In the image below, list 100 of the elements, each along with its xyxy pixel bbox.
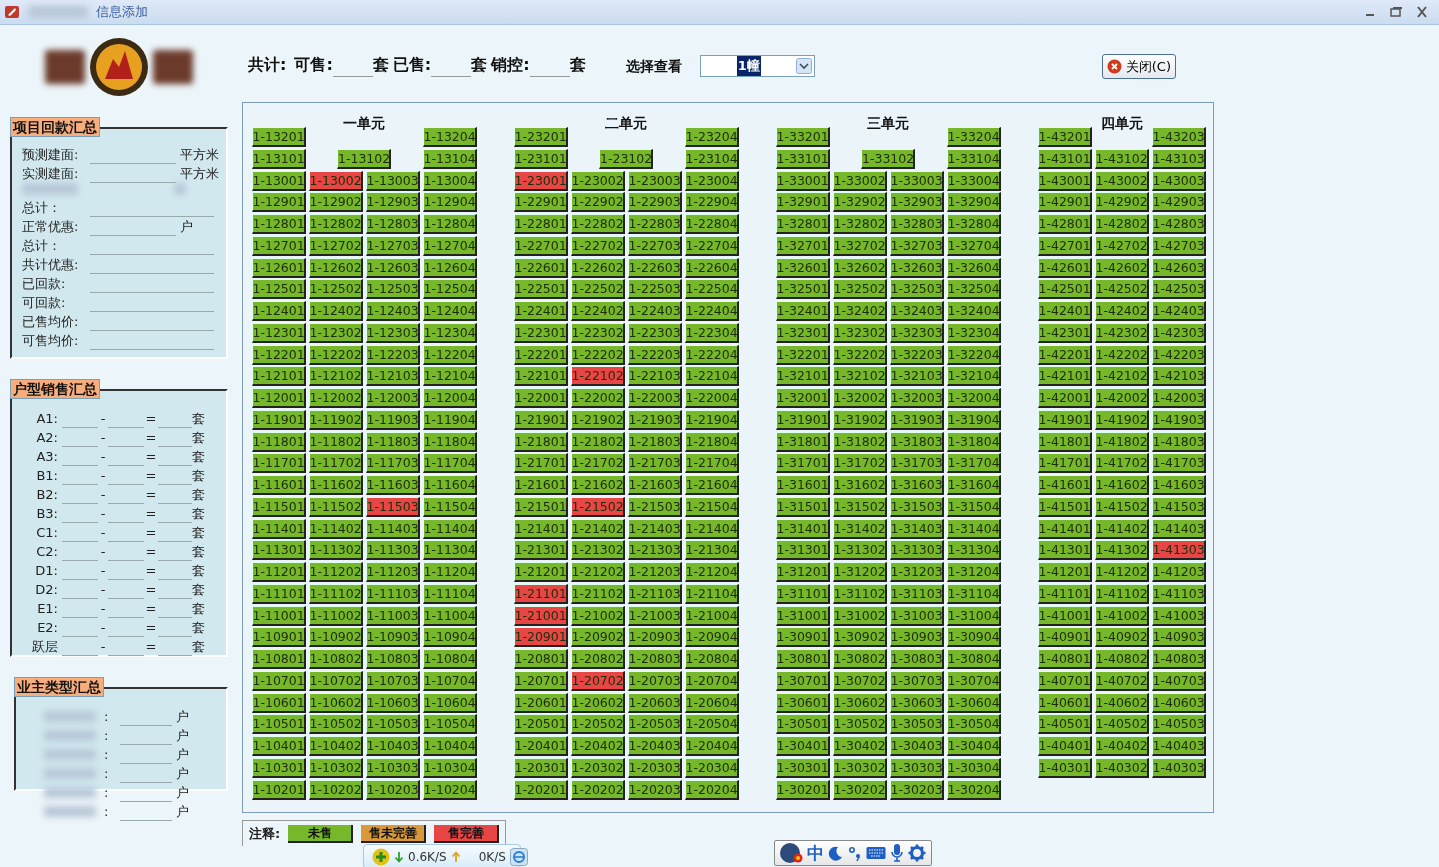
apartment-button[interactable]: 1-40601 bbox=[1037, 692, 1092, 713]
apartment-button[interactable]: 1-32804 bbox=[946, 214, 1001, 234]
apartment-button[interactable]: 1-22601 bbox=[513, 257, 568, 278]
apartment-button[interactable]: 1-42903 bbox=[1151, 192, 1206, 213]
apartment-button[interactable]: 1-21302 bbox=[570, 540, 625, 561]
apartment-button[interactable]: 1-42902 bbox=[1094, 192, 1149, 213]
apartment-button[interactable]: 1-32004 bbox=[946, 388, 1001, 408]
apartment-button[interactable]: 1-11903 bbox=[365, 409, 420, 430]
apartment-button[interactable]: 1-30401 bbox=[775, 736, 830, 756]
apartment-button[interactable]: 1-21401 bbox=[513, 518, 568, 539]
apartment-button[interactable]: 1-30601 bbox=[775, 692, 830, 713]
apartment-button[interactable]: 1-31304 bbox=[946, 540, 1001, 561]
apartment-button[interactable]: 1-30503 bbox=[889, 714, 944, 735]
apartment-button[interactable]: 1-30301 bbox=[775, 757, 830, 778]
apartment-button[interactable]: 1-21602 bbox=[570, 475, 625, 495]
apartment-button[interactable]: 1-20201 bbox=[513, 779, 568, 800]
apartment-button[interactable]: 1-10403 bbox=[365, 736, 420, 756]
apartment-button[interactable]: 1-40903 bbox=[1151, 627, 1206, 648]
apartment-button[interactable]: 1-12904 bbox=[422, 192, 477, 213]
apartment-button[interactable]: 1-11302 bbox=[308, 540, 363, 561]
apartment-button[interactable]: 1-41102 bbox=[1094, 583, 1149, 604]
apartment-button[interactable]: 1-12704 bbox=[422, 235, 477, 256]
apartment-button[interactable]: 1-31501 bbox=[775, 496, 830, 517]
apartment-button[interactable]: 1-13101 bbox=[251, 148, 306, 169]
apartment-button[interactable]: 1-11904 bbox=[422, 409, 477, 430]
apartment-button[interactable]: 1-43001 bbox=[1037, 170, 1092, 191]
apartment-button[interactable]: 1-11001 bbox=[251, 605, 306, 626]
apartment-button[interactable]: 1-21101 bbox=[513, 583, 568, 604]
apartment-button[interactable]: 1-43102 bbox=[1094, 148, 1149, 169]
apartment-button[interactable]: 1-41602 bbox=[1094, 475, 1149, 495]
apartment-button[interactable]: 1-10402 bbox=[308, 736, 363, 756]
apartment-button[interactable]: 1-31402 bbox=[832, 518, 887, 539]
apartment-button[interactable]: 1-10601 bbox=[251, 692, 306, 713]
apartment-button[interactable]: 1-22802 bbox=[570, 214, 625, 234]
apartment-button[interactable]: 1-32301 bbox=[775, 322, 830, 343]
apartment-button[interactable]: 1-30904 bbox=[946, 627, 1001, 648]
apartment-button[interactable]: 1-32602 bbox=[832, 257, 887, 278]
apartment-button[interactable]: 1-22503 bbox=[627, 279, 682, 300]
apartment-button[interactable]: 1-21901 bbox=[513, 409, 568, 430]
apartment-button[interactable]: 1-33003 bbox=[889, 170, 944, 191]
apartment-button[interactable]: 1-21903 bbox=[627, 409, 682, 430]
apartment-button[interactable]: 1-33102 bbox=[861, 148, 915, 169]
apartment-button[interactable]: 1-40403 bbox=[1151, 736, 1206, 756]
apartment-button[interactable]: 1-42803 bbox=[1151, 214, 1206, 234]
apartment-button[interactable]: 1-20601 bbox=[513, 692, 568, 713]
apartment-button[interactable]: 1-42802 bbox=[1094, 214, 1149, 234]
apartment-button[interactable]: 1-41801 bbox=[1037, 431, 1092, 452]
apartment-button[interactable]: 1-31101 bbox=[775, 583, 830, 604]
apartment-button[interactable]: 1-31803 bbox=[889, 431, 944, 452]
apartment-button[interactable]: 1-20704 bbox=[684, 670, 739, 691]
apartment-button[interactable]: 1-32302 bbox=[832, 322, 887, 343]
apartment-button[interactable]: 1-21803 bbox=[627, 431, 682, 452]
apartment-button[interactable]: 1-41403 bbox=[1151, 518, 1206, 539]
apartment-button[interactable]: 1-22202 bbox=[570, 344, 625, 365]
apartment-button[interactable]: 1-22404 bbox=[684, 301, 739, 321]
apartment-button[interactable]: 1-30704 bbox=[946, 670, 1001, 691]
apartment-button[interactable]: 1-10702 bbox=[308, 670, 363, 691]
apartment-button[interactable]: 1-10202 bbox=[308, 779, 363, 800]
apartment-button[interactable]: 1-32303 bbox=[889, 322, 944, 343]
apartment-button[interactable]: 1-12204 bbox=[422, 344, 477, 365]
apartment-button[interactable]: 1-22103 bbox=[627, 366, 682, 387]
apartment-button[interactable]: 1-40402 bbox=[1094, 736, 1149, 756]
apartment-button[interactable]: 1-11103 bbox=[365, 583, 420, 604]
apartment-button[interactable]: 1-11201 bbox=[251, 562, 306, 582]
apartment-button[interactable]: 1-11604 bbox=[422, 475, 477, 495]
apartment-button[interactable]: 1-20401 bbox=[513, 736, 568, 756]
apartment-button[interactable]: 1-12303 bbox=[365, 322, 420, 343]
apartment-button[interactable]: 1-42202 bbox=[1094, 344, 1149, 365]
apartment-button[interactable]: 1-11603 bbox=[365, 475, 420, 495]
apartment-button[interactable]: 1-11102 bbox=[308, 583, 363, 604]
apartment-button[interactable]: 1-32903 bbox=[889, 192, 944, 213]
apartment-button[interactable]: 1-10704 bbox=[422, 670, 477, 691]
apartment-button[interactable]: 1-22904 bbox=[684, 192, 739, 213]
apartment-button[interactable]: 1-42301 bbox=[1037, 322, 1092, 343]
apartment-button[interactable]: 1-10602 bbox=[308, 692, 363, 713]
apartment-button[interactable]: 1-10302 bbox=[308, 757, 363, 778]
apartment-button[interactable]: 1-41603 bbox=[1151, 475, 1206, 495]
apartment-button[interactable]: 1-12602 bbox=[308, 257, 363, 278]
apartment-button[interactable]: 1-12702 bbox=[308, 235, 363, 256]
apartment-button[interactable]: 1-12404 bbox=[422, 301, 477, 321]
apartment-button[interactable]: 1-20604 bbox=[684, 692, 739, 713]
apartment-button[interactable]: 1-31201 bbox=[775, 562, 830, 582]
apartment-button[interactable]: 1-43201 bbox=[1037, 127, 1092, 147]
apartment-button[interactable]: 1-22901 bbox=[513, 192, 568, 213]
apartment-button[interactable]: 1-40901 bbox=[1037, 627, 1092, 648]
apartment-button[interactable]: 1-42603 bbox=[1151, 257, 1206, 278]
apartment-button[interactable]: 1-42602 bbox=[1094, 257, 1149, 278]
apartment-button[interactable]: 1-10303 bbox=[365, 757, 420, 778]
apartment-button[interactable]: 1-32504 bbox=[946, 279, 1001, 300]
apartment-button[interactable]: 1-31302 bbox=[832, 540, 887, 561]
apartment-button[interactable]: 1-31604 bbox=[946, 475, 1001, 495]
apartment-button[interactable]: 1-11702 bbox=[308, 453, 363, 474]
apartment-button[interactable]: 1-32003 bbox=[889, 388, 944, 408]
apartment-button[interactable]: 1-21301 bbox=[513, 540, 568, 561]
apartment-button[interactable]: 1-22902 bbox=[570, 192, 625, 213]
apartment-button[interactable]: 1-12104 bbox=[422, 366, 477, 387]
ime-mode[interactable]: 中 bbox=[807, 842, 824, 864]
apartment-button[interactable]: 1-22801 bbox=[513, 214, 568, 234]
apartment-button[interactable]: 1-31602 bbox=[832, 475, 887, 495]
apartment-button[interactable]: 1-20603 bbox=[627, 692, 682, 713]
